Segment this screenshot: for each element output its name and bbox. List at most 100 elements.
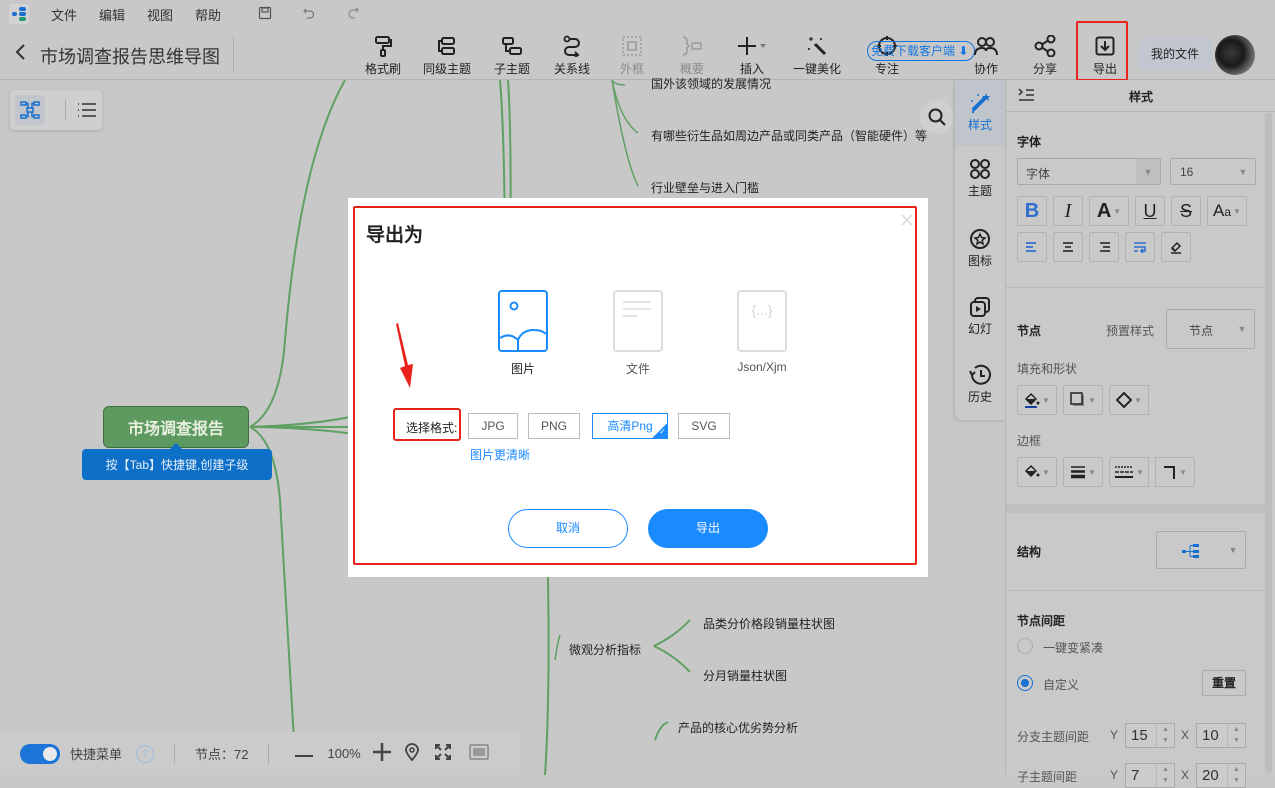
align-right-icon [1100, 242, 1110, 252]
file-type-image[interactable]: 图片 [473, 290, 573, 377]
redo-icon[interactable] [345, 6, 361, 23]
menu-edit[interactable]: 编辑 [99, 5, 125, 24]
mindmap-node[interactable]: 产品的核心优劣势分析 [678, 719, 798, 736]
mindmap-node[interactable]: 品类分价格段销量柱状图 [703, 615, 835, 632]
mindmap-node[interactable]: 分月销量柱状图 [703, 667, 787, 684]
collaborate-button[interactable]: 协作 [956, 34, 1016, 78]
stepper-arrows[interactable]: ▲ ▼ [1227, 724, 1245, 747]
strikethrough-button[interactable]: S [1171, 196, 1201, 226]
save-icon[interactable] [257, 6, 273, 23]
align-center-button[interactable] [1053, 232, 1083, 262]
tab-style[interactable]: 样式 [955, 80, 1005, 146]
zoom-in-button[interactable] [372, 743, 391, 764]
compact-radio[interactable] [1017, 638, 1033, 654]
confirm-export-button[interactable]: 导出 [648, 509, 768, 548]
bold-button[interactable]: B [1017, 196, 1047, 226]
fit-screen-button[interactable] [434, 744, 451, 763]
font-color-button[interactable]: A ▼ [1089, 196, 1129, 226]
format-svg[interactable]: SVG [678, 413, 730, 439]
preset-style-label: 预置样式 [1106, 324, 1155, 338]
file-type-document[interactable]: 文件 [588, 290, 688, 377]
stepper-arrows[interactable]: ▲ ▼ [1227, 764, 1245, 787]
mindmap-node[interactable]: 行业壁垒与进入门槛 [651, 179, 759, 196]
menu-help[interactable]: 帮助 [195, 5, 221, 24]
border-color-button[interactable]: ▼ [1017, 457, 1057, 487]
tool-label: 一键美化 [792, 62, 841, 76]
share-button[interactable]: 分享 [1015, 34, 1075, 78]
chevron-down-icon: ▼ [1136, 159, 1160, 184]
menu-view[interactable]: 视图 [147, 5, 173, 24]
format-hd-png[interactable]: 高清Png [592, 413, 668, 439]
tool-label: 子主题 [493, 62, 530, 76]
branch-y-value: 15 [1131, 727, 1148, 744]
y-label: Y [1110, 728, 1119, 742]
fill-color-button[interactable]: ▼ [1017, 385, 1057, 415]
stepper-arrows[interactable]: ▲ ▼ [1156, 764, 1174, 787]
border-width-button[interactable]: ▼ [1063, 457, 1103, 487]
font-family-select[interactable]: 字体 ▼ [1017, 158, 1161, 185]
bold-icon: B [1024, 199, 1040, 222]
branch-x-input[interactable]: 10 ▲ ▼ [1196, 723, 1246, 748]
panel-scrollbar[interactable] [1265, 113, 1272, 773]
location-pin-icon [404, 743, 419, 762]
minimap-button[interactable] [468, 744, 489, 763]
cancel-button[interactable]: 取消 [508, 509, 628, 548]
branch-y-input[interactable]: 15 ▲ ▼ [1125, 723, 1175, 748]
help-icon[interactable]: ? [136, 744, 155, 763]
quick-menu-toggle[interactable] [20, 743, 60, 764]
sub-x-input[interactable]: 20 ▲ ▼ [1196, 763, 1246, 788]
tab-theme[interactable]: 主题 [955, 146, 1005, 212]
mindmap-node[interactable]: 微观分析指标 [569, 641, 641, 658]
mindmap-view-button[interactable] [15, 95, 45, 125]
chevron-down-icon: ▼ [1233, 206, 1241, 216]
text-case-button[interactable]: Aa ▼ [1207, 196, 1247, 226]
shadow-button[interactable]: ▼ [1063, 385, 1103, 415]
boundary-button[interactable]: 外框 [602, 34, 662, 78]
mindmap-node[interactable]: 有哪些衍生品如周边产品或同类产品（智能硬件）等 [651, 127, 927, 144]
fill-shape-label: 填充和形状 [1017, 362, 1078, 376]
format-painter-button[interactable]: 格式刷 [353, 34, 413, 78]
avatar[interactable] [1215, 35, 1255, 75]
preset-style-select[interactable]: 节点 ▼ [1166, 309, 1255, 349]
sub-y-input[interactable]: 7 ▲ ▼ [1125, 763, 1175, 788]
italic-button[interactable]: I [1053, 196, 1083, 226]
tab-history[interactable]: 历史 [955, 352, 1005, 418]
clear-format-button[interactable] [1161, 232, 1191, 262]
format-jpg[interactable]: JPG [468, 413, 518, 439]
format-png[interactable]: PNG [528, 413, 580, 439]
back-button[interactable] [14, 42, 26, 68]
relation-line-button[interactable]: 关系线 [542, 34, 602, 78]
insert-button[interactable]: 插入 [722, 34, 782, 78]
child-topic-button[interactable]: 子主题 [482, 34, 542, 78]
tab-icons[interactable]: 图标 [955, 216, 1005, 282]
align-right-button[interactable] [1089, 232, 1119, 262]
file-type-json[interactable]: {...} Json/Xjm [712, 290, 812, 374]
underline-button[interactable]: U [1135, 196, 1165, 226]
reset-button[interactable]: 重置 [1202, 670, 1246, 696]
undo-icon[interactable] [301, 6, 317, 23]
close-button[interactable] [901, 210, 913, 231]
zoom-out-button[interactable] [295, 747, 314, 761]
locate-button[interactable] [404, 743, 419, 764]
beautify-button[interactable]: 一键美化 [787, 34, 847, 78]
summary-button[interactable]: 概要 [662, 34, 722, 78]
shape-button[interactable]: ▼ [1109, 385, 1149, 415]
font-size-select[interactable]: 16 ▼ [1170, 158, 1256, 185]
sibling-topic-button[interactable]: 同级主题 [417, 34, 477, 78]
document-title[interactable]: 市场调查报告思维导图 [40, 43, 220, 69]
text-wrap-button[interactable] [1125, 232, 1155, 262]
align-left-button[interactable] [1017, 232, 1047, 262]
tab-slides[interactable]: 幻灯 [955, 284, 1005, 350]
my-files-button[interactable]: 我的文件 [1138, 38, 1212, 70]
stepper-arrows[interactable]: ▲ ▼ [1156, 724, 1174, 747]
outline-view-button[interactable] [72, 95, 102, 125]
strikethrough-icon: S [1179, 200, 1192, 221]
corner-style-button[interactable]: ▼ [1155, 457, 1195, 487]
custom-radio[interactable] [1017, 675, 1033, 691]
root-node[interactable]: 市场调查报告 [103, 406, 249, 448]
border-style-button[interactable]: ▼ [1109, 457, 1149, 487]
mindmap-node[interactable]: 国外该领域的发展情况 [651, 75, 771, 92]
divider [1006, 287, 1266, 288]
menu-file[interactable]: 文件 [51, 5, 77, 24]
structure-select[interactable]: ▼ [1156, 531, 1246, 569]
